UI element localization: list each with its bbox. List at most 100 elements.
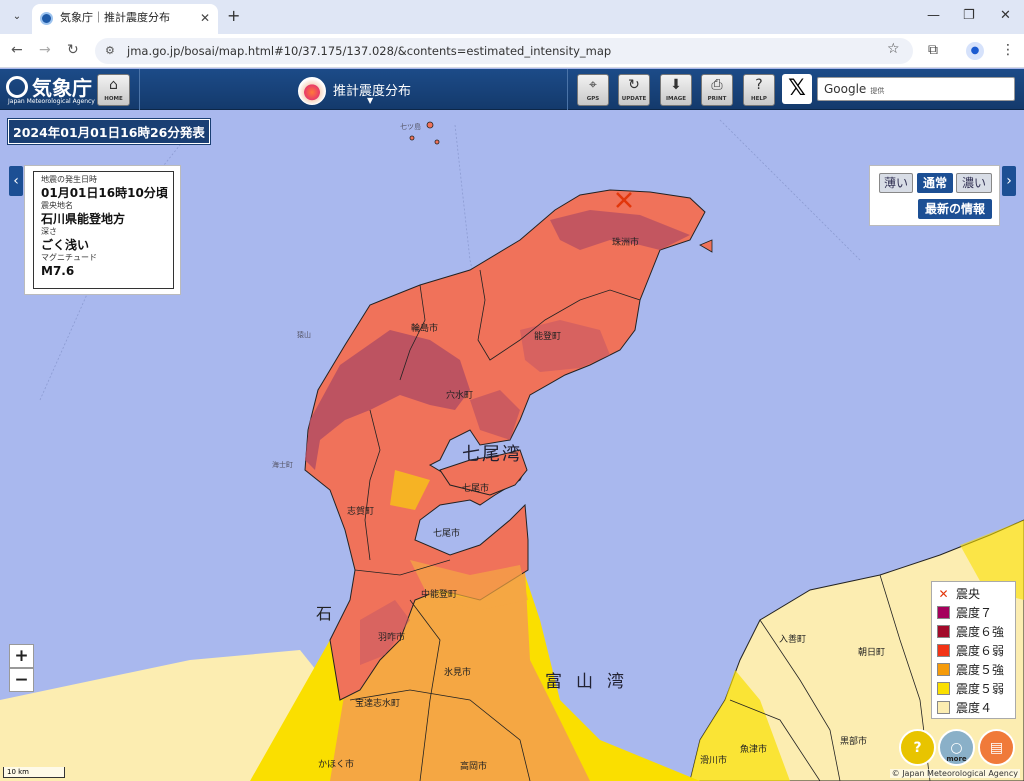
place-label: 滑川市 [700, 756, 728, 766]
gps-icon: ⌖ [589, 77, 597, 93]
epicenter-name-value: 石川県能登地方 [41, 212, 126, 226]
tab-close-icon[interactable]: ✕ [200, 4, 210, 32]
browser-menu-icon[interactable]: ⋮ [1001, 42, 1015, 58]
zoom-out-button[interactable]: − [9, 668, 34, 692]
print-label: PRINT [707, 96, 727, 102]
legend-label: 震度６強 [956, 625, 1005, 639]
place-label: 氷見市 [444, 668, 472, 678]
print-button[interactable]: ⎙ PRINT [701, 74, 733, 106]
legend-swatch [937, 701, 950, 714]
image-button[interactable]: ⬇ IMAGE [660, 74, 692, 106]
prev-arrow-icon[interactable]: ‹ [9, 166, 23, 196]
title-dropdown-caret-icon[interactable]: ▼ [367, 96, 373, 105]
epicenter-name-label: 震央地名 [41, 201, 73, 210]
reload-icon[interactable]: ↻ [67, 42, 79, 58]
occurrence-time-value: 01月01日16時10分頃 [41, 186, 168, 200]
place-label: 猿山 [297, 331, 311, 339]
legend-row: 震度６強 [937, 623, 1015, 642]
place-label: 珠洲市 [612, 238, 640, 248]
restore-icon[interactable]: ❐ [963, 8, 975, 23]
normal-button[interactable]: 通常 [917, 173, 953, 193]
x-share-icon[interactable]: 𝕏 [782, 74, 812, 104]
browser-tab[interactable]: 気象庁｜推計震度分布 ✕ [32, 4, 218, 34]
more-label: more [946, 755, 967, 763]
place-label: 志賀町 [347, 507, 375, 517]
site-settings-icon[interactable]: ⚙ [105, 38, 115, 64]
dark-button[interactable]: 濃い [956, 173, 992, 193]
new-tab-plus-icon[interactable]: + [227, 6, 240, 25]
jma-logo-text: 気象庁 [32, 76, 92, 100]
minimize-icon[interactable]: — [927, 8, 940, 23]
url-text: jma.go.jp/bosai/map.html#10/37.175/137.0… [127, 44, 612, 58]
tab-search-chevron-icon[interactable]: ⌄ [7, 7, 27, 27]
next-arrow-icon[interactable]: › [1002, 166, 1016, 196]
legend-swatch [937, 644, 950, 657]
back-arrow-icon[interactable]: ← [11, 42, 23, 58]
place-label: 黒部市 [840, 737, 868, 747]
light-button[interactable]: 薄い [879, 173, 913, 193]
epicenter-x-icon: ✕ [938, 587, 949, 601]
legend-label: 震度６弱 [956, 644, 1005, 658]
legend-row: 震度６弱 [937, 642, 1015, 661]
place-label: 宝達志水町 [355, 699, 401, 709]
legend-row: 震度５弱 [937, 680, 1015, 699]
estimated-intensity-icon[interactable] [298, 77, 326, 105]
place-label: かほく市 [318, 760, 355, 770]
display-density-panel: 薄い 通常 濃い 最新の情報 [869, 165, 1000, 226]
legend-row: 震度５強 [937, 661, 1015, 680]
more-button[interactable]: ○ more [938, 729, 975, 766]
help-button[interactable]: ? HELP [743, 74, 775, 106]
region-label: 石 [316, 604, 333, 623]
image-label: IMAGE [665, 96, 687, 102]
divider [567, 69, 568, 110]
place-label: 海士町 [272, 461, 293, 469]
place-label: 七尾市 [433, 529, 461, 539]
legend-label: 震度５弱 [956, 682, 1005, 696]
legend-label: 震度４ [956, 701, 993, 715]
legend-row: 震度４ [937, 699, 1015, 718]
legend-swatch [937, 606, 950, 619]
place-label: 入善町 [779, 635, 807, 645]
zoom-in-button[interactable]: + [9, 644, 34, 668]
profile-avatar-icon[interactable]: ● [966, 42, 984, 60]
extensions-icon[interactable]: ⧉ [928, 42, 938, 58]
address-bar: ← → ↻ ⚙ jma.go.jp/bosai/map.html#10/37.1… [0, 34, 1024, 68]
place-label: 朝日町 [858, 648, 886, 658]
window-close-icon[interactable]: ✕ [1000, 8, 1011, 23]
google-search-input[interactable]: Google 提供 [817, 77, 1015, 101]
help-icon: ? [755, 77, 763, 93]
scale-bar: 10 km [3, 767, 65, 778]
bookmark-star-icon[interactable]: ☆ [887, 41, 900, 57]
legend-label: 震央 [956, 587, 981, 601]
gps-label: GPS [586, 96, 600, 102]
update-label: UPDATE [621, 96, 647, 102]
google-provided: 提供 [870, 87, 885, 95]
island-label: 七ツ島 [400, 123, 421, 131]
place-label: 羽咋市 [378, 633, 406, 643]
divider [139, 69, 140, 110]
jma-header: 気象庁 Japan Meteorological Agency ⌂ HOME 推… [0, 69, 1024, 110]
issued-timestamp: 2024年01月01日16時26分発表 [8, 119, 210, 144]
download-icon: ⬇ [670, 77, 682, 93]
guide-person-icon[interactable]: ? [899, 729, 936, 766]
forward-arrow-icon[interactable]: → [39, 42, 51, 58]
magnitude-label: マグニチュード [41, 253, 97, 262]
place-label: 輪島市 [411, 324, 439, 334]
home-button[interactable]: ⌂ HOME [97, 74, 130, 106]
magnifier-icon: ○ [950, 740, 963, 756]
latest-info-button[interactable]: 最新の情報 [918, 199, 992, 219]
update-icon: ↻ [628, 77, 640, 93]
update-button[interactable]: ↻ UPDATE [618, 74, 650, 106]
gps-button[interactable]: ⌖ GPS [577, 74, 609, 106]
place-label: 能登町 [534, 332, 562, 342]
legend-book-icon[interactable]: ▤ [978, 729, 1015, 766]
place-label: 七尾市 [462, 484, 490, 494]
jma-logo-subtitle: Japan Meteorological Agency [8, 98, 95, 105]
legend-swatch [937, 663, 950, 676]
place-label: 魚津市 [740, 745, 768, 755]
url-input[interactable]: ⚙ jma.go.jp/bosai/map.html#10/37.175/137… [95, 38, 913, 64]
jma-logo-mark-icon [6, 76, 28, 98]
depth-label: 深さ [41, 227, 57, 236]
depth-value: ごく浅い [41, 238, 90, 252]
map-credit: © Japan Meteorological Agency [889, 769, 1020, 778]
